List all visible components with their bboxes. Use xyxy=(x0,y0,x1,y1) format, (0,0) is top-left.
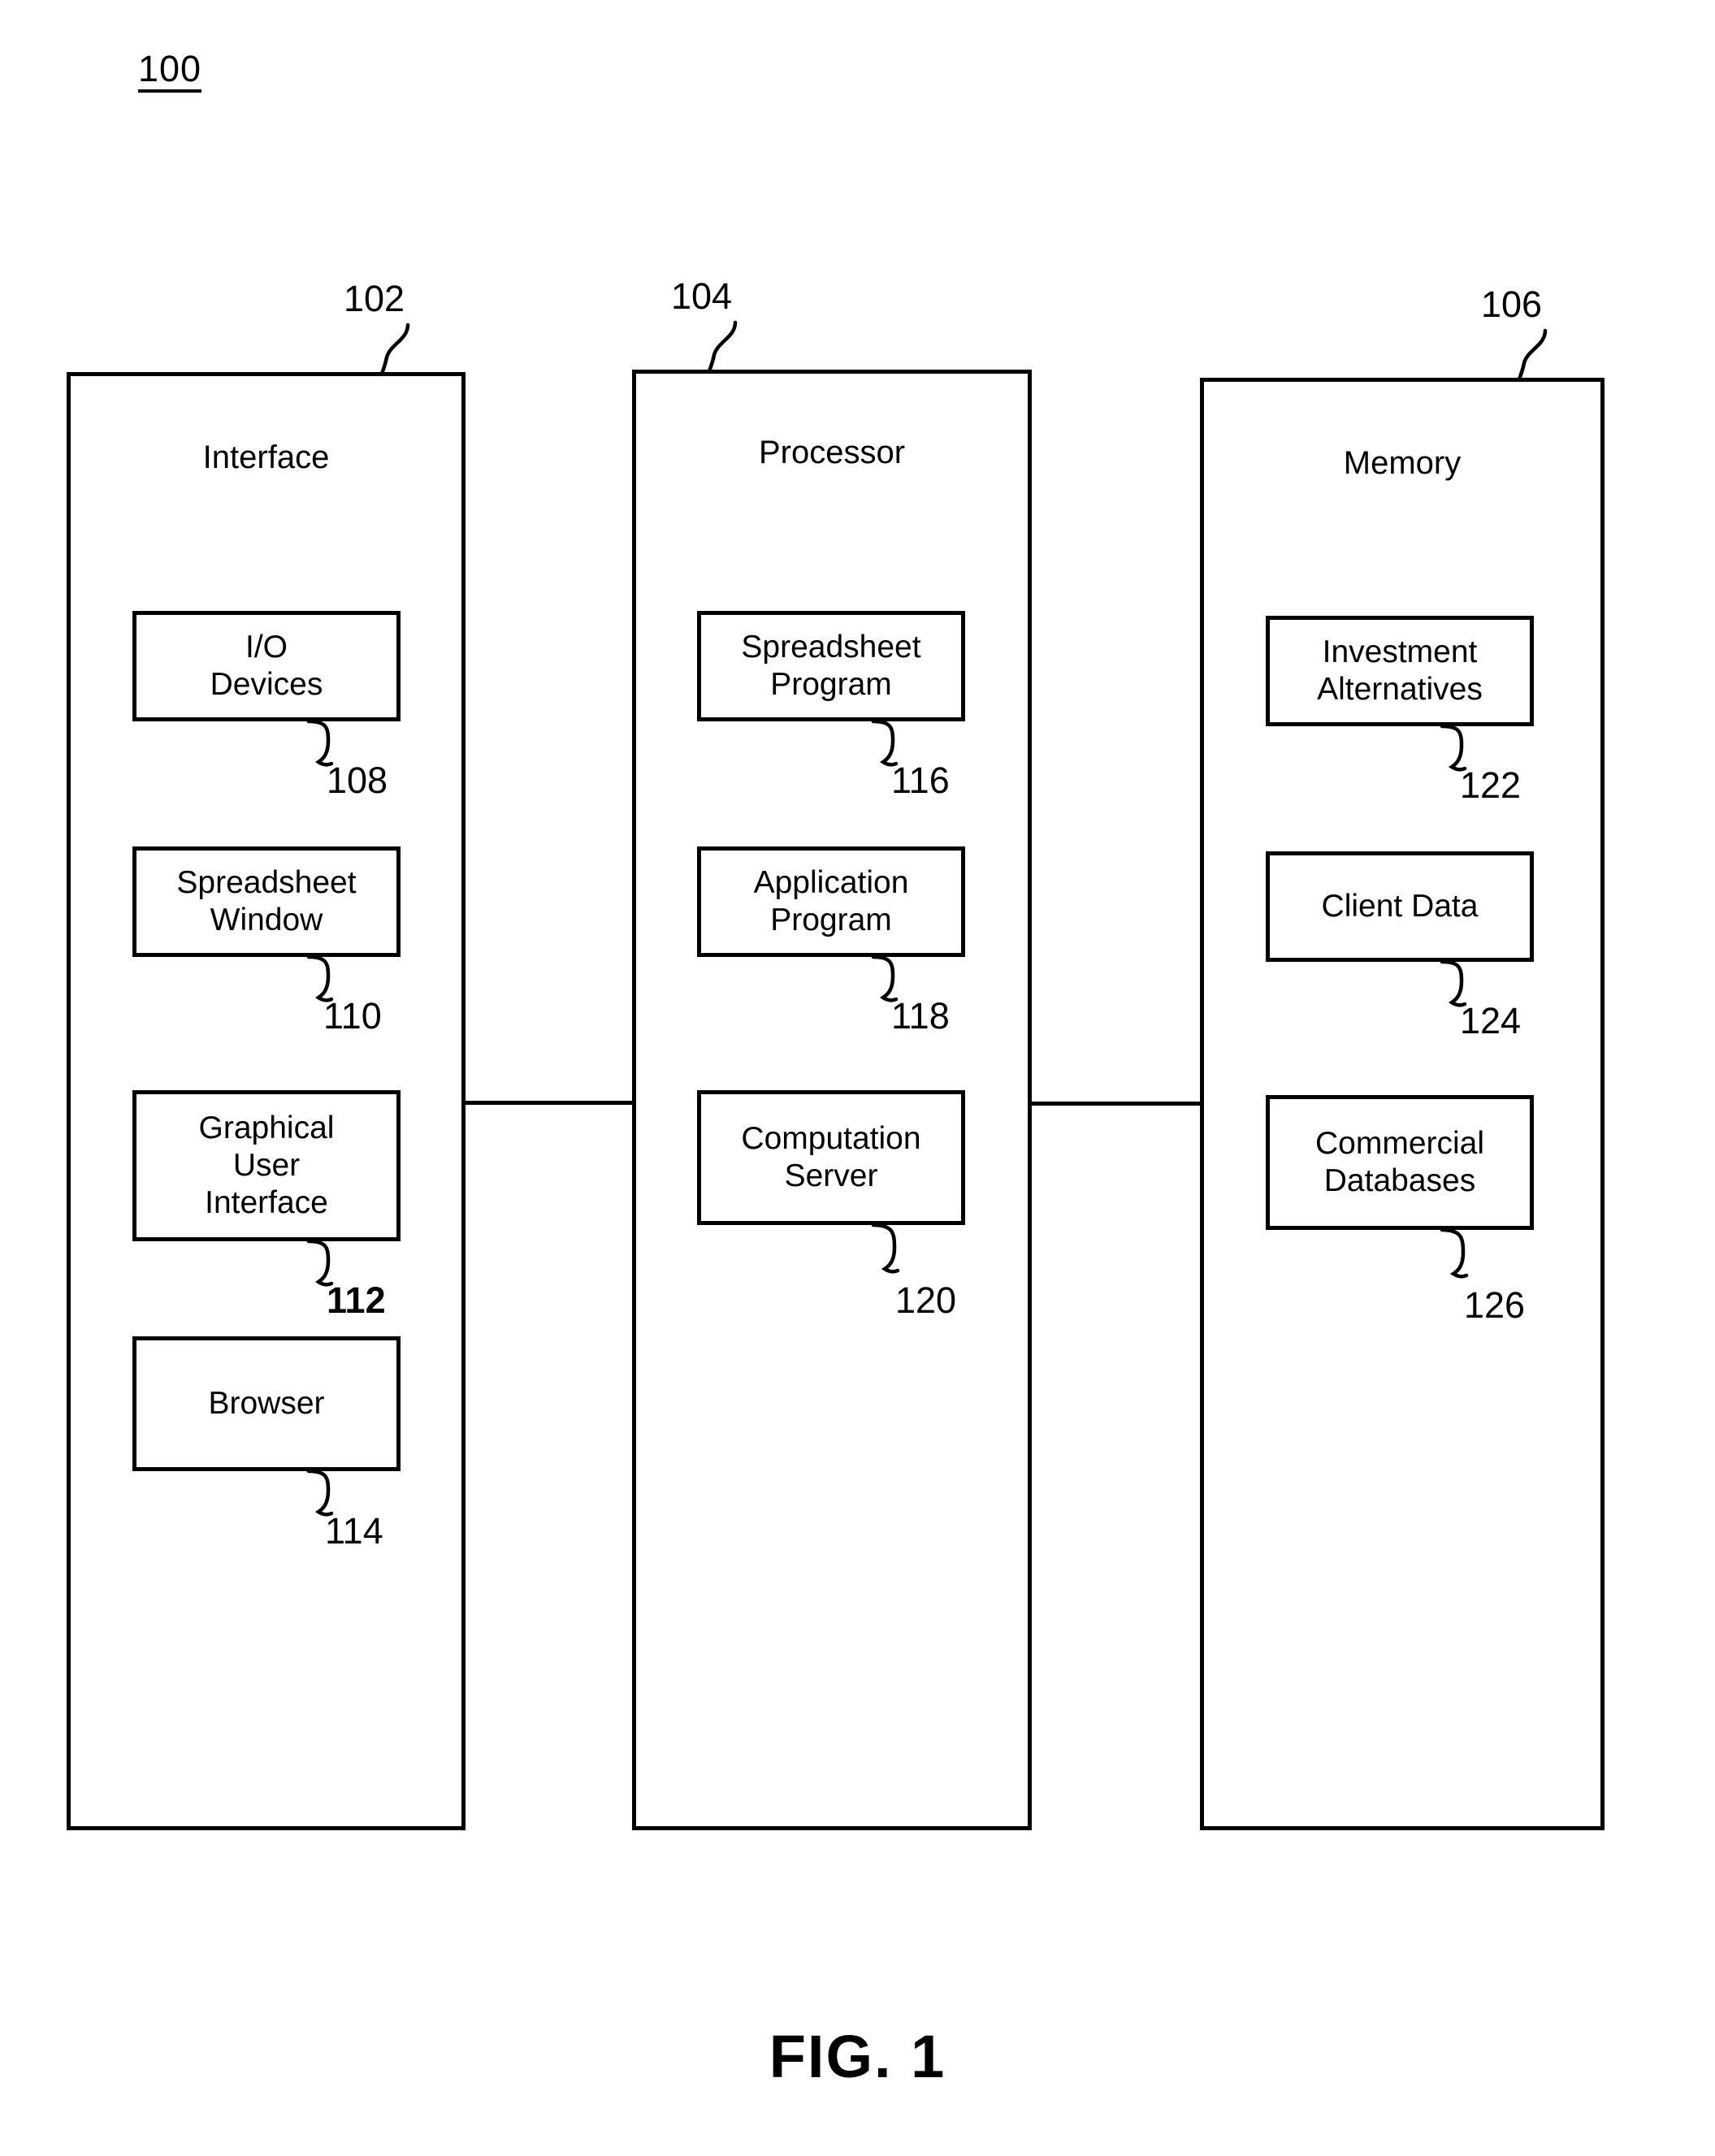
callout-108: 108 xyxy=(327,760,388,801)
spreadsheet-program-box: Spreadsheet Program xyxy=(697,611,965,721)
callout-126: 126 xyxy=(1464,1284,1526,1326)
connector-processor-memory xyxy=(1028,1102,1204,1106)
investment-alternatives-label: Investment Alternatives xyxy=(1317,634,1483,707)
client-data-box: Client Data xyxy=(1266,851,1534,962)
browser-box: Browser xyxy=(132,1336,401,1471)
application-program-label: Application Program xyxy=(753,864,909,937)
callout-102: 102 xyxy=(344,278,405,319)
callout-124: 124 xyxy=(1460,1000,1522,1041)
spreadsheet-window-label: Spreadsheet Window xyxy=(176,864,357,937)
computation-server-box: Computation Server xyxy=(697,1090,965,1225)
figure-caption: FIG. 1 xyxy=(769,2023,946,2090)
commercial-databases-label: Commercial Databases xyxy=(1314,1125,1485,1198)
callout-120: 120 xyxy=(895,1279,957,1321)
memory-block-title: Memory xyxy=(1343,445,1462,481)
application-program-box: Application Program xyxy=(697,846,965,957)
callout-116: 116 xyxy=(891,760,950,801)
processor-block-title: Processor xyxy=(758,435,906,470)
spreadsheet-program-label: Spreadsheet Program xyxy=(741,629,921,702)
graphical-user-interface-box: Graphical User Interface xyxy=(132,1090,401,1241)
investment-alternatives-box: Investment Alternatives xyxy=(1266,616,1534,726)
connector-interface-processor xyxy=(461,1101,636,1105)
commercial-databases-box: Commercial Databases xyxy=(1266,1095,1534,1230)
callout-104: 104 xyxy=(671,275,733,317)
computation-server-label: Computation Server xyxy=(741,1120,921,1193)
io-devices-box: I/O Devices xyxy=(132,611,401,721)
callout-114: 114 xyxy=(325,1510,383,1552)
client-data-label: Client Data xyxy=(1321,888,1479,924)
io-devices-label: I/O Devices xyxy=(210,629,323,702)
graphical-user-interface-label: Graphical User Interface xyxy=(198,1110,335,1220)
spreadsheet-window-box: Spreadsheet Window xyxy=(132,846,401,957)
patent-figure-page: 100 Interface 102 I/O Devices 108 Spread… xyxy=(0,0,1715,2156)
system-reference-number: 100 xyxy=(138,50,202,93)
callout-118: 118 xyxy=(891,995,950,1037)
interface-block-title: Interface xyxy=(202,439,330,475)
callout-106: 106 xyxy=(1481,284,1543,325)
callout-122: 122 xyxy=(1460,764,1522,806)
callout-112: 112 xyxy=(327,1279,386,1321)
callout-110: 110 xyxy=(323,995,382,1037)
browser-label: Browser xyxy=(208,1385,325,1421)
